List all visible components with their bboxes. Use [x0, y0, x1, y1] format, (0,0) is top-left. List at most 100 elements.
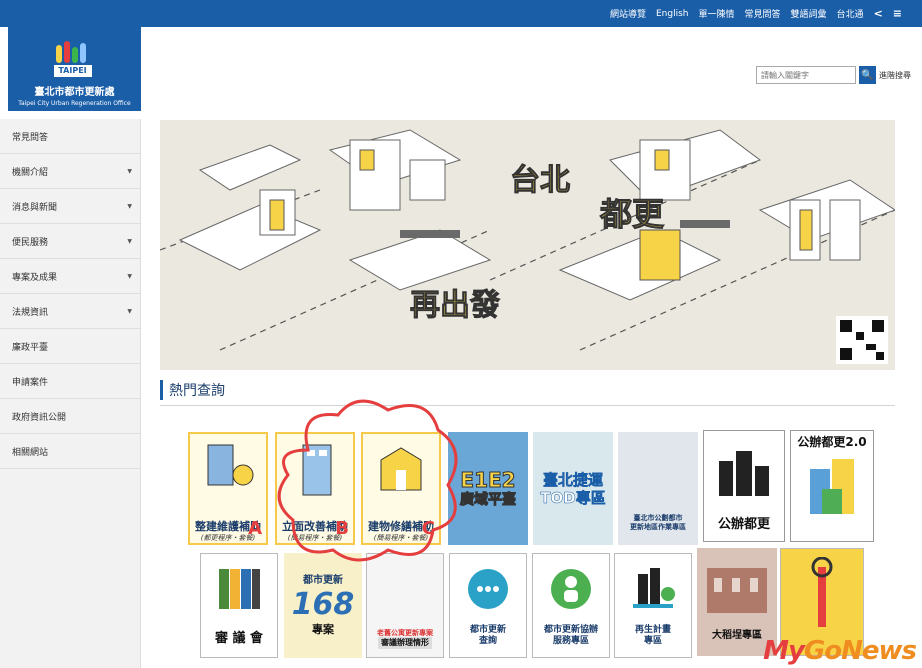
- chevron-down-icon: ▼: [127, 167, 132, 175]
- tile-sublabel: (簡易程序・套餐): [287, 534, 343, 542]
- menu-icon[interactable]: ≡: [893, 7, 902, 20]
- sidebar-item-label: 機關介紹: [12, 167, 49, 178]
- tile-label: 公辦都更2.0: [797, 435, 867, 449]
- chevron-down-icon: ▼: [127, 202, 132, 210]
- tile-letter: A: [248, 518, 262, 539]
- tile-sublabel: TOD專區: [540, 488, 606, 507]
- topnav-glossary-link[interactable]: 雙語詞彙: [791, 7, 827, 20]
- city-icon: [719, 451, 769, 496]
- banner-title-3: 再出發: [410, 288, 500, 323]
- tile-e1e2-platform[interactable]: E1E2 廣域平臺: [448, 432, 528, 545]
- sidebar-item-label: 專案及成果: [12, 272, 58, 283]
- sidebar-item-applications[interactable]: 申請案件: [0, 364, 140, 399]
- site-english-name: Taipei City Urban Regeneration Office: [18, 100, 131, 107]
- sidebar-item-gov-info[interactable]: 政府資訊公開: [0, 399, 140, 434]
- tile-coordination-service[interactable]: 都市更新協辦 服務專區: [532, 553, 610, 658]
- logo-mark-text: TAIPEI: [58, 66, 87, 75]
- tile-label: 都市更新協辦: [543, 625, 598, 636]
- tile-sublabel: (都更程序・套餐): [200, 534, 256, 542]
- tile-facade-subsidy[interactable]: 立面改善補助 (簡易程序・套餐) B: [275, 432, 355, 545]
- tile-sublabel: 審議辦理情形: [378, 637, 432, 649]
- topnav-sitemap-link[interactable]: 網站導覽: [610, 7, 646, 20]
- wrench-icon: [811, 557, 833, 627]
- person-icon: [551, 569, 591, 609]
- site-logo[interactable]: TAIPEI 臺北市都市更新處 Taipei City Urban Regene…: [8, 27, 141, 111]
- sidebar-item-faq[interactable]: 常見問答: [0, 119, 140, 154]
- tile-168-project[interactable]: 都市更新 168 專案: [284, 553, 362, 658]
- tile-sublabel: (簡易程序・套餐): [373, 534, 429, 542]
- banner-title-2: 都更: [599, 195, 665, 233]
- historic-building-icon: [707, 568, 767, 613]
- sidebar-item-label: 申請案件: [12, 377, 49, 388]
- sidebar-item-regulations[interactable]: 法規資訊 ▼: [0, 294, 140, 329]
- taipei-logo-icon: TAIPEI: [50, 41, 100, 79]
- top-nav-bar: 網站導覽 English 單一陳情 常見問答 雙語詞彙 台北通 < ≡: [0, 0, 922, 27]
- advanced-search-link[interactable]: 進階搜尋: [879, 70, 911, 81]
- mygonews-watermark: MyGoNews: [763, 636, 917, 666]
- sidebar-item-integrity[interactable]: 廉政平臺: [0, 329, 140, 364]
- tile-public-renewal[interactable]: 公辦都更: [703, 430, 785, 542]
- tile-label: 老舊公寓更新專案: [377, 629, 433, 638]
- tile-letter: B: [335, 518, 349, 539]
- topnav-english-link[interactable]: English: [656, 9, 689, 19]
- watermark-part-1: My: [763, 636, 805, 666]
- tile-label: 臺北市公劃都市: [633, 514, 683, 523]
- qr-code-icon: [836, 316, 888, 364]
- tile-repair-subsidy[interactable]: 建物修繕補助 (簡易程序・套餐) C: [361, 432, 441, 545]
- tile-label: 審 議 會: [214, 631, 264, 647]
- tile-label: 公辦都更: [717, 517, 770, 533]
- tile-number: 168: [291, 586, 355, 622]
- tile-old-apartment-renewal[interactable]: 老舊公寓更新專案 審議辦理情形: [366, 553, 444, 658]
- building-icon: [810, 459, 854, 515]
- sidebar-item-label: 法規資訊: [12, 307, 49, 318]
- sidebar-item-news[interactable]: 消息與新聞 ▼: [0, 189, 140, 224]
- search-icon[interactable]: 🔍: [859, 66, 876, 84]
- hero-banner[interactable]: 台北 都更 再出發: [160, 120, 895, 370]
- sidebar-item-services[interactable]: 便民服務 ▼: [0, 224, 140, 259]
- tile-public-urban-renewal-zone[interactable]: 臺北市公劃都市 更新地區作業專區: [618, 432, 698, 545]
- sidebar-item-projects[interactable]: 專案及成果 ▼: [0, 259, 140, 294]
- tile-label: E1E2: [460, 468, 516, 493]
- topnav-petition-link[interactable]: 單一陳情: [699, 7, 735, 20]
- chevron-down-icon: ▼: [127, 272, 132, 280]
- tile-label: 都市更新: [469, 625, 506, 636]
- city-icon: [633, 568, 675, 608]
- section-divider: [160, 405, 895, 406]
- tile-label: 都市更新: [303, 574, 343, 586]
- tile-review-committee[interactable]: 審 議 會: [200, 553, 278, 658]
- tile-label: 臺北捷運: [542, 470, 604, 489]
- page-root: 網站導覽 English 單一陳情 常見問答 雙語詞彙 台北通 < ≡ TAIP…: [0, 0, 922, 668]
- tile-letter: C: [421, 518, 435, 539]
- tile-sublabel: 專案: [312, 622, 334, 636]
- sidebar-item-about[interactable]: 機關介紹 ▼: [0, 154, 140, 189]
- sidebar-menu: 常見問答 機關介紹 ▼ 消息與新聞 ▼ 便民服務 ▼ 專案及成果 ▼ 法規資訊 ▼ 廉政平…: [0, 119, 141, 668]
- tile-tod-zone[interactable]: 臺北捷運 TOD專區: [533, 432, 613, 545]
- sidebar-item-label: 常見問答: [12, 132, 49, 143]
- tile-public-renewal-2[interactable]: 公辦都更2.0: [790, 430, 874, 542]
- tile-sublabel: 專區: [643, 636, 662, 647]
- tile-urban-renewal-query[interactable]: 都市更新 查詢: [449, 553, 527, 658]
- tile-regeneration-plan[interactable]: 再生計畫 專區: [614, 553, 692, 658]
- share-icon[interactable]: <: [874, 7, 883, 20]
- hot-links-title: 熱門查詢: [160, 380, 225, 400]
- sidebar-item-label: 便民服務: [12, 237, 49, 248]
- sidebar-item-label: 消息與新聞: [12, 202, 58, 213]
- search-input[interactable]: [756, 66, 856, 84]
- tile-sublabel: 查詢: [478, 636, 497, 647]
- tile-sublabel: 服務專區: [552, 636, 589, 647]
- building-icon: [302, 444, 332, 496]
- sidebar-item-label: 相關網站: [12, 447, 49, 458]
- banner-title-1: 台北: [510, 163, 570, 198]
- sidebar-item-label: 政府資訊公開: [12, 412, 67, 423]
- sidebar-item-related-sites[interactable]: 相關網站: [0, 434, 140, 469]
- tile-label: 大稻埕專區: [712, 630, 762, 641]
- building-icon: [207, 444, 254, 486]
- sidebar-item-label: 廉政平臺: [12, 342, 49, 353]
- binders-icon: [219, 569, 260, 609]
- site-name: 臺北市都市更新處: [34, 87, 115, 98]
- tile-renovation-subsidy[interactable]: 整建維護補助 (都更程序・套餐) A: [188, 432, 268, 545]
- topnav-faq-link[interactable]: 常見問答: [745, 7, 781, 20]
- tile-label: 再生計畫: [634, 625, 671, 636]
- chat-icon: [468, 569, 508, 609]
- topnav-taipeipass-link[interactable]: 台北通: [837, 7, 864, 20]
